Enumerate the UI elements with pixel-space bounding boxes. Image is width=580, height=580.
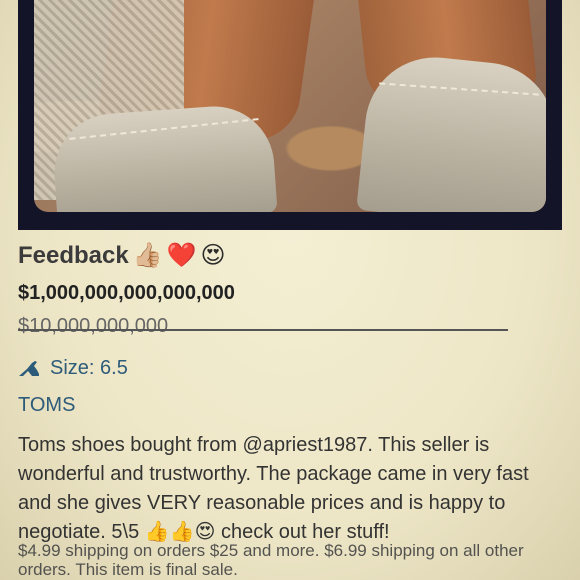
original-price-strikethrough — [18, 329, 508, 331]
original-price: $10,000,000,000 — [18, 315, 169, 337]
size-row[interactable]: Size: 6.5 — [18, 357, 558, 380]
heart-eyes-icon: 😍 — [200, 242, 226, 269]
listing-photo-frame — [18, 0, 562, 230]
shipping-note: $4.99 shipping on orders $25 and more. $… — [18, 541, 524, 579]
thumbs-up-icon: 👍🏼 — [132, 242, 163, 269]
brand-link[interactable]: TOMS — [18, 394, 558, 417]
original-price-wrapper: $10,000,000,000 — [18, 315, 558, 343]
listing-price: $1,000,000,000,000,000 — [18, 282, 235, 304]
heart-icon: ❤️ — [166, 242, 197, 269]
listing-title: Feedback — [18, 242, 129, 269]
listing-title-row: Feedback 👍🏼 ❤️ 😍 — [18, 238, 558, 274]
listing-description: Toms shoes bought from @apriest1987. Thi… — [18, 434, 529, 543]
listing-photo[interactable] — [34, 0, 546, 212]
listing-details: Feedback 👍🏼 ❤️ 😍 $1,000,000,000,000,000 … — [18, 238, 558, 547]
heel-shoe-icon — [19, 360, 39, 376]
size-label: Size: 6.5 — [50, 357, 128, 379]
